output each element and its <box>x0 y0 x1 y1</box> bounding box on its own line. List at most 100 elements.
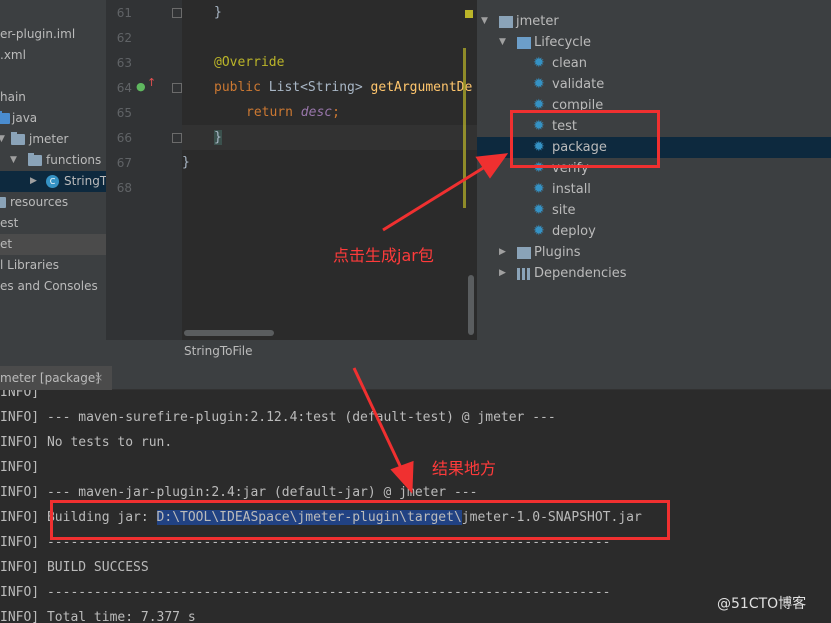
override-annotation: @Override <box>214 55 285 70</box>
console-line: INFO] BUILD SUCCESS <box>0 560 149 575</box>
run-tab[interactable]: meter [package] × <box>0 366 112 390</box>
code-line-67[interactable]: } <box>182 150 477 175</box>
tree-item-label: es and Consoles <box>0 279 98 293</box>
expand-arrow-icon[interactable]: ▼ <box>10 150 17 171</box>
fold-marker-icon[interactable] <box>172 8 182 18</box>
expand-arrow-icon[interactable]: ▼ <box>481 11 488 32</box>
tree-item-label: jmeter <box>29 132 69 146</box>
line-number: 66 <box>116 131 132 145</box>
tree-item-iml[interactable]: er-plugin.iml <box>0 24 106 45</box>
line-number: 67 <box>116 156 132 170</box>
project-tree-panel: er-plugin.iml .xml hain java ▼ jmeter ▼ … <box>0 0 106 362</box>
tree-item-label: .xml <box>0 48 26 62</box>
expand-arrow-icon[interactable]: ▼ <box>499 32 506 53</box>
dependencies-icon <box>517 268 531 280</box>
tree-item-label: functions <box>46 153 102 167</box>
maven-root-jmeter[interactable]: ▼ jmeter <box>477 11 831 32</box>
line-number: 61 <box>116 6 132 20</box>
tree-item-external-libraries[interactable]: l Libraries <box>0 255 106 276</box>
tree-item-scratches[interactable]: es and Consoles <box>0 276 106 297</box>
maven-goal-validate[interactable]: ✹ validate <box>477 74 831 95</box>
tree-item-stringtofile[interactable]: ▶ C StringT <box>0 171 106 192</box>
package-icon <box>28 153 42 166</box>
warning-stripe-marker[interactable] <box>465 10 473 18</box>
semicolon: ; <box>332 105 340 120</box>
watermark: @51CTO博客 <box>717 596 807 612</box>
gear-icon: ✹ <box>533 181 545 197</box>
maven-root-label: jmeter <box>516 14 559 29</box>
package-icon <box>11 132 25 145</box>
brace: } <box>214 5 222 20</box>
gear-icon: ✹ <box>533 223 545 239</box>
maven-plugins[interactable]: ▶ Plugins <box>477 242 831 263</box>
code-line-65[interactable]: return desc; <box>182 100 477 125</box>
tree-item-jmeter-package[interactable]: ▼ jmeter <box>0 129 106 150</box>
folder-icon <box>0 111 10 124</box>
highlight-box-package <box>510 110 660 168</box>
console-line: INFO] ----------------------------------… <box>0 585 611 600</box>
tree-item-label: resources <box>10 195 69 209</box>
annotation-click-to-build: 点击生成jar包 <box>333 246 434 265</box>
tree-item-label: er-plugin.iml <box>0 27 76 41</box>
line-number: 65 <box>116 106 132 120</box>
code-editor[interactable]: 61 62 63 64 65 66 67 68 ● ↑ } @Override … <box>106 0 477 362</box>
line-number: 63 <box>116 56 132 70</box>
code-line-63[interactable]: @Override <box>182 50 477 75</box>
highlight-box-jar-output <box>50 500 670 540</box>
code-line-61[interactable]: } <box>182 0 477 25</box>
collapse-arrow-icon[interactable]: ▶ <box>499 263 506 284</box>
breadcrumb-file[interactable]: StringToFile <box>184 340 253 362</box>
tree-item-target[interactable]: et <box>0 234 106 255</box>
close-icon[interactable]: × <box>94 366 103 390</box>
tree-item-java[interactable]: java <box>0 108 106 129</box>
keyword: return <box>246 105 293 120</box>
expand-arrow-icon[interactable]: ▼ <box>0 129 5 150</box>
return-type: List<String> <box>260 80 371 95</box>
maven-goal-site[interactable]: ✹ site <box>477 200 831 221</box>
goal-label: site <box>552 203 576 218</box>
maven-dependencies[interactable]: ▶ Dependencies <box>477 263 831 284</box>
tree-item-label: java <box>12 111 38 125</box>
editor-gutter[interactable]: 61 62 63 64 65 66 67 68 ● ↑ <box>106 0 182 340</box>
maven-goal-deploy[interactable]: ✹ deploy <box>477 221 831 242</box>
line-number: 64 <box>116 81 132 95</box>
maven-goal-clean[interactable]: ✹ clean <box>477 53 831 74</box>
tree-item-functions[interactable]: ▼ functions <box>0 150 106 171</box>
horizontal-scrollbar[interactable] <box>184 330 274 336</box>
code-line-66[interactable]: } <box>182 125 477 150</box>
goal-label: install <box>552 182 591 197</box>
console-line: INFO] No tests to run. <box>0 435 173 450</box>
matched-brace: } <box>214 130 222 145</box>
gear-icon: ✹ <box>533 202 545 218</box>
keyword: public <box>214 80 261 95</box>
line-number: 62 <box>116 31 132 45</box>
tree-item-label: et <box>0 237 13 251</box>
gear-icon: ✹ <box>533 76 545 92</box>
override-arrow-icon[interactable]: ↑ <box>147 76 156 89</box>
maven-module-icon <box>499 16 513 28</box>
annotation-result-location: 结果地方 <box>432 459 497 478</box>
fold-marker-icon[interactable] <box>172 133 182 143</box>
tree-item-pom[interactable]: .xml <box>0 45 106 66</box>
fold-marker-icon[interactable] <box>172 83 182 93</box>
vertical-scrollbar[interactable] <box>468 275 474 335</box>
collapse-arrow-icon[interactable]: ▶ <box>499 242 506 263</box>
line-number: 68 <box>116 181 132 195</box>
console-line: INFO] <box>0 390 40 400</box>
maven-goal-install[interactable]: ✹ install <box>477 179 831 200</box>
code-line-64[interactable]: public List<String> getArgumentDe <box>182 75 477 100</box>
implements-marker-icon[interactable]: ● <box>136 80 146 93</box>
plugins-icon <box>517 247 531 259</box>
console-line: INFO] --- maven-surefire-plugin:2.12.4:t… <box>0 410 556 425</box>
tree-item-label: StringT <box>64 174 106 188</box>
lifecycle-icon <box>517 37 531 49</box>
breadcrumb[interactable]: StringToFile <box>106 340 477 362</box>
annotation-stripe <box>463 48 473 208</box>
tree-item-main[interactable]: hain <box>0 87 106 108</box>
maven-lifecycle[interactable]: ▼ Lifecycle <box>477 32 831 53</box>
folder-icon <box>0 197 6 208</box>
tree-item-test[interactable]: est <box>0 213 106 234</box>
collapse-arrow-icon[interactable]: ▶ <box>30 171 37 192</box>
tree-item-resources[interactable]: resources <box>0 192 106 213</box>
field-name: desc <box>300 105 333 120</box>
